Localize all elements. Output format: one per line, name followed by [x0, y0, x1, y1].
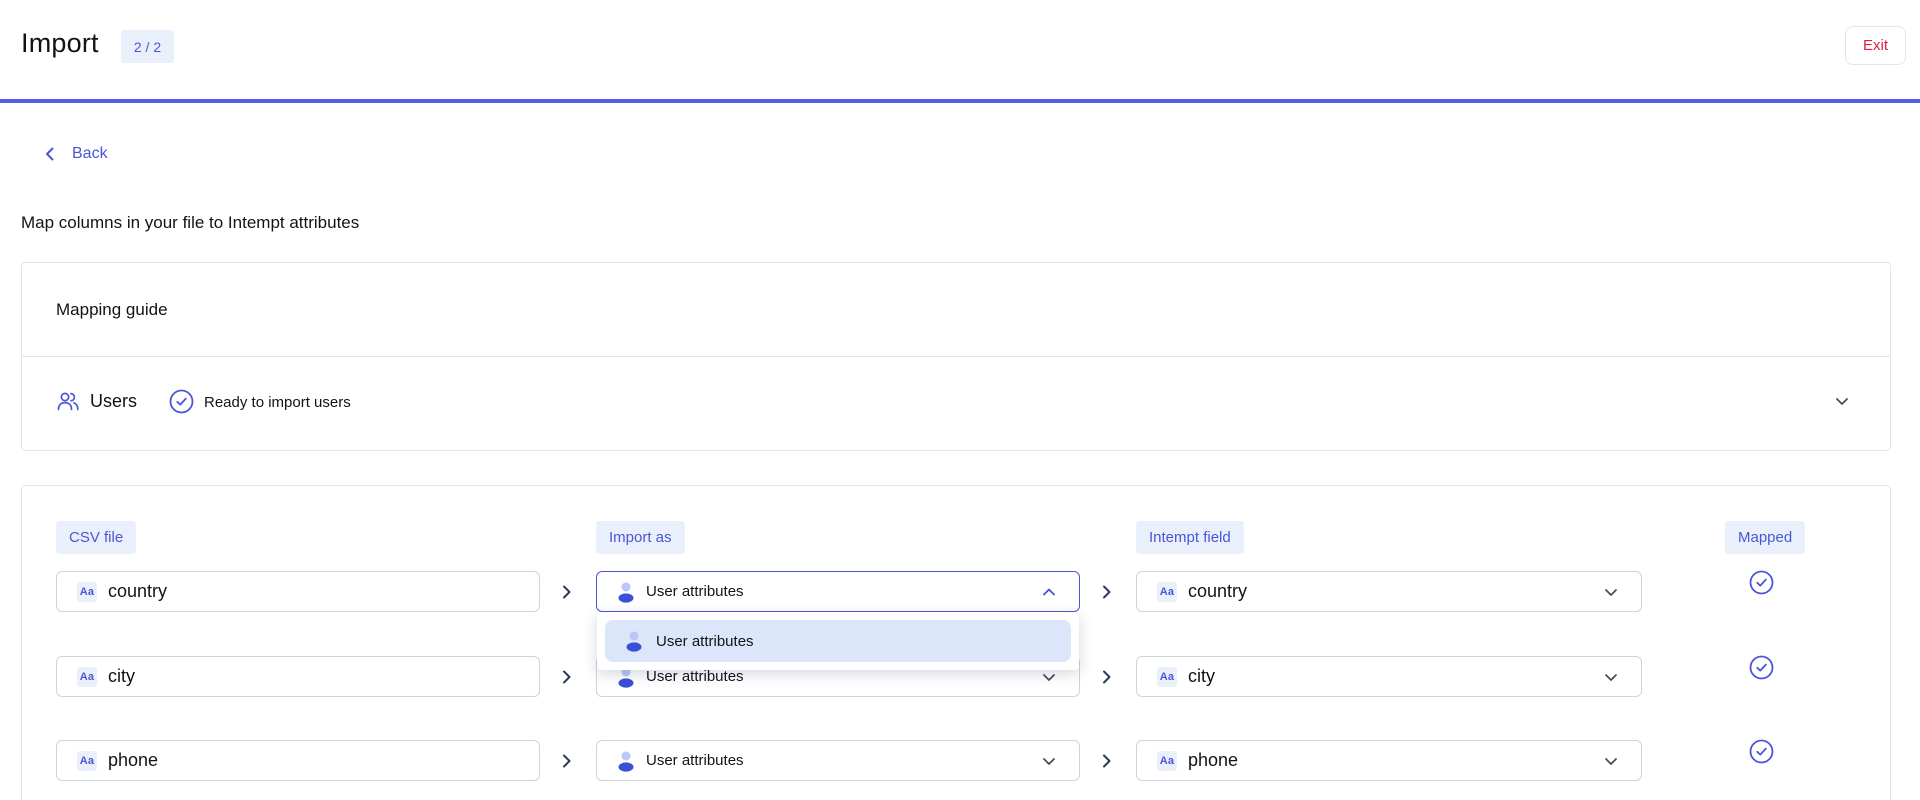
chevron-left-icon	[46, 147, 54, 161]
csv-column-name: city	[108, 666, 135, 686]
chevron-right-icon	[1103, 585, 1111, 599]
chevron-down-icon[interactable]	[1834, 393, 1850, 409]
person-icon	[618, 751, 634, 772]
mapped-check-icon	[1749, 739, 1774, 764]
import-as-value: User attributes	[646, 668, 744, 685]
chevron-down-icon	[1043, 758, 1055, 765]
column-header-import-as: Import as	[596, 521, 685, 554]
chevron-right-icon	[563, 585, 571, 599]
check-circle-icon	[169, 389, 194, 414]
status-label: Ready to import users	[204, 394, 351, 411]
users-label: Users	[90, 391, 138, 411]
csv-column-name: phone	[108, 750, 159, 770]
text-type-icon: Aa	[77, 581, 97, 602]
intempt-field-select[interactable]: Aa city	[1136, 656, 1642, 697]
page-title: Import	[21, 28, 99, 58]
person-icon	[618, 582, 634, 603]
chevron-right-icon	[1103, 670, 1111, 684]
mapping-guide-header: Mapping guide	[22, 263, 1890, 357]
csv-column-field: Aa city	[56, 656, 540, 697]
step-badge: 2 / 2	[121, 30, 174, 63]
chevron-down-icon	[1605, 674, 1617, 681]
csv-column-field: Aa phone	[56, 740, 540, 781]
intempt-field-select[interactable]: Aa country	[1136, 571, 1642, 612]
column-header-csv-file: CSV file	[56, 521, 137, 554]
text-type-icon: Aa	[1157, 581, 1177, 602]
import-as-value: User attributes	[646, 583, 744, 600]
dropdown-option-label: User attributes	[656, 632, 754, 650]
text-type-icon: Aa	[77, 750, 97, 771]
column-header-mapped: Mapped	[1725, 521, 1806, 554]
users-accordion[interactable]: Users Ready to import users	[22, 357, 1890, 451]
intempt-field-value: phone	[1188, 750, 1239, 770]
person-icon	[626, 631, 642, 652]
import-as-value: User attributes	[646, 752, 744, 769]
progress-bar	[0, 99, 1920, 103]
intempt-field-value: country	[1188, 581, 1248, 601]
chevron-right-icon	[563, 754, 571, 768]
exit-button[interactable]: Exit	[1845, 26, 1906, 65]
back-label: Back	[72, 145, 108, 162]
column-header-intempt-field: Intempt field	[1136, 521, 1244, 554]
mapped-check-icon	[1749, 570, 1774, 595]
mapping-guide-title: Mapping guide	[56, 300, 168, 319]
csv-column-field: Aa country	[56, 571, 540, 612]
text-type-icon: Aa	[77, 666, 97, 687]
chevron-down-icon	[1043, 674, 1055, 681]
dropdown-option-user-attributes[interactable]: User attributes	[605, 620, 1071, 662]
chevron-up-icon	[1043, 588, 1055, 596]
text-type-icon: Aa	[1157, 666, 1177, 687]
intempt-field-value: city	[1188, 666, 1215, 686]
mapped-check-icon	[1749, 655, 1774, 680]
intempt-field-select[interactable]: Aa phone	[1136, 740, 1642, 781]
chevron-right-icon	[1103, 754, 1111, 768]
chevron-right-icon	[563, 670, 571, 684]
import-as-dropdown: User attributes	[597, 612, 1079, 670]
chevron-down-icon	[1605, 758, 1617, 765]
back-link[interactable]: Back	[42, 145, 108, 163]
csv-column-name: country	[108, 581, 168, 601]
chevron-down-icon	[1605, 589, 1617, 596]
mapping-guide-card: Mapping guide Users Ready to import user…	[21, 262, 1891, 451]
users-icon	[57, 392, 79, 411]
top-bar: Import 2 / 2 Exit	[0, 0, 1920, 100]
import-as-select[interactable]: User attributes	[596, 740, 1080, 781]
section-title: Map columns in your file to Intempt attr…	[21, 213, 360, 232]
text-type-icon: Aa	[1157, 750, 1177, 771]
import-as-select[interactable]: User attributes	[596, 571, 1080, 612]
